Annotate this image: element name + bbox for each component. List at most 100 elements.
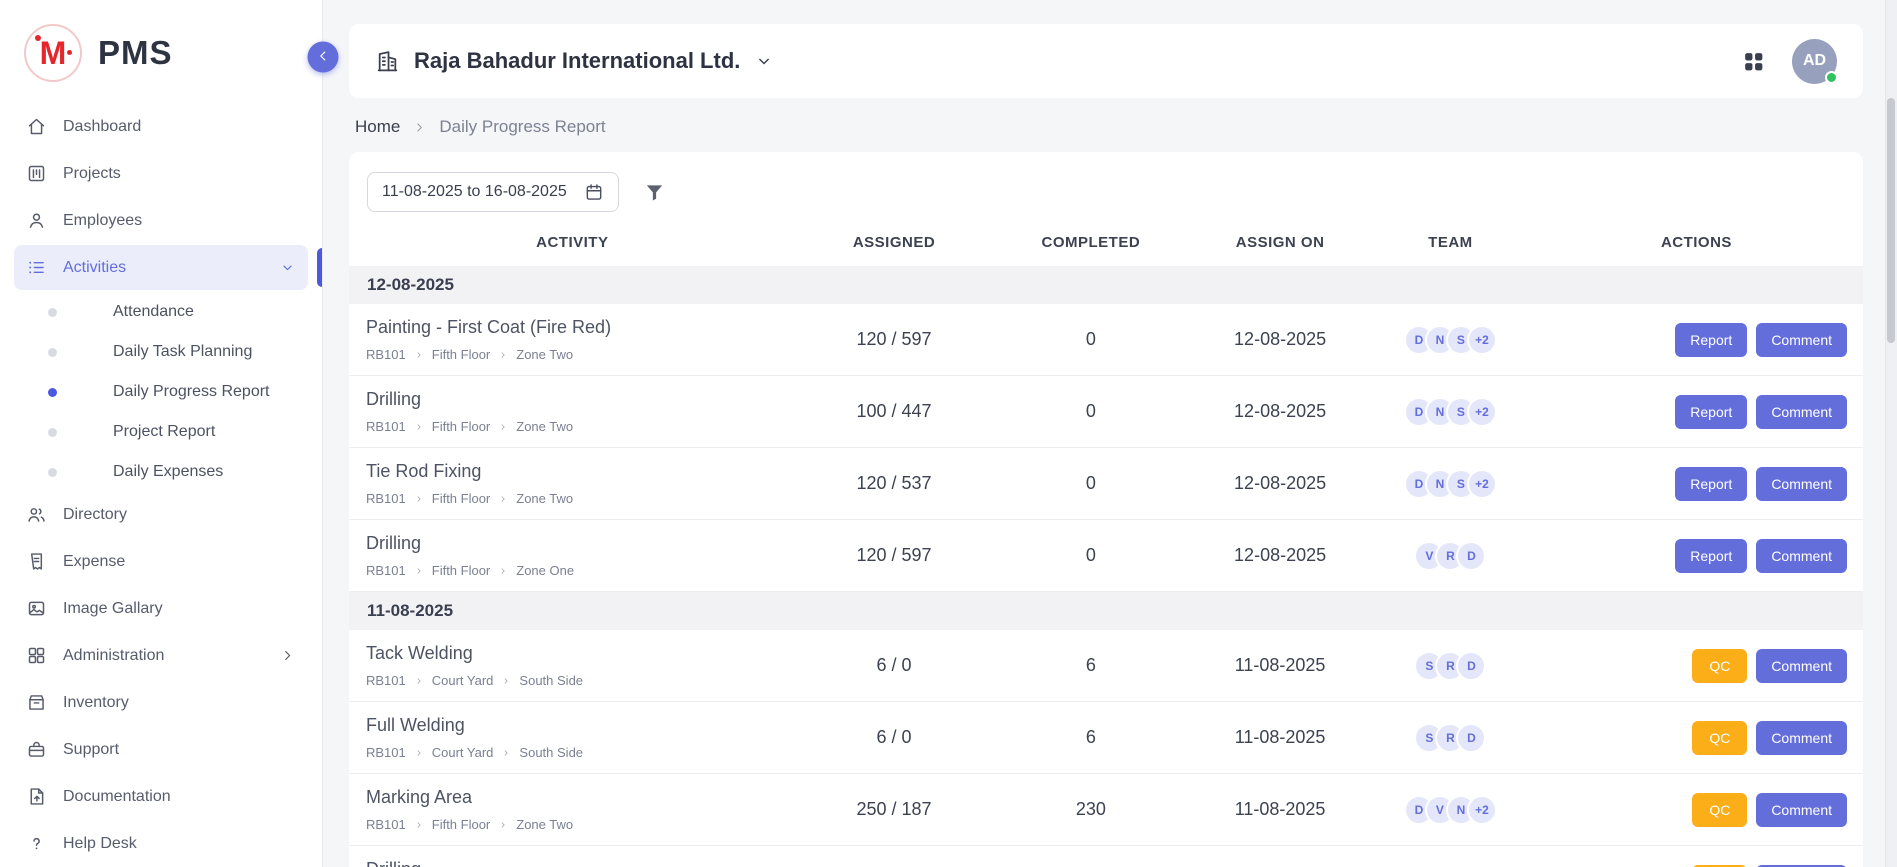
chevron-down-icon	[754, 51, 774, 71]
assigned-value: 120 / 597	[796, 304, 993, 376]
team-extra-count[interactable]: +2	[1467, 469, 1497, 499]
sidebar-item-documentation[interactable]: Documentation	[14, 774, 308, 819]
activity-location: RB101Court YardSouth Side	[366, 673, 788, 688]
team-avatars: DNS+2	[1371, 469, 1530, 499]
comment-button[interactable]: Comment	[1756, 395, 1847, 429]
team-avatars: DVN+2	[1371, 795, 1530, 825]
sidebar-item-image-gallary[interactable]: Image Gallary	[14, 586, 308, 631]
location-path-part: RB101	[366, 673, 406, 688]
chevron-down-icon	[279, 259, 296, 276]
employees-icon	[26, 210, 47, 231]
team-extra-count[interactable]: +2	[1467, 397, 1497, 427]
sidebar-subitem-label: Daily Task Planning	[113, 343, 252, 361]
completed-value: 0	[992, 448, 1189, 520]
breadcrumb-home-link[interactable]: Home	[355, 117, 400, 137]
assign-on-date: 12-08-2025	[1189, 448, 1371, 520]
chevron-right-icon	[414, 748, 424, 758]
comment-button[interactable]: Comment	[1756, 793, 1847, 827]
team-member-avatar[interactable]: D	[1456, 651, 1486, 681]
documentation-icon	[26, 786, 47, 807]
chevron-right-icon	[498, 566, 508, 576]
comment-button[interactable]: Comment	[1756, 721, 1847, 755]
sidebar-subitem-project-report[interactable]: Project Report	[14, 412, 308, 452]
activity-name: Marking Area	[366, 787, 788, 808]
team-extra-count[interactable]: +2	[1467, 325, 1497, 355]
row-actions: Report Comment	[1530, 467, 1847, 501]
sidebar-item-dashboard[interactable]: Dashboard	[14, 104, 308, 149]
report-button[interactable]: Report	[1675, 395, 1747, 429]
sidebar-subitem-label: Daily Progress Report	[113, 383, 270, 401]
team-avatars: DNS+2	[1371, 397, 1530, 427]
location-path-part: RB101	[366, 817, 406, 832]
sidebar-item-inventory[interactable]: Inventory	[14, 680, 308, 725]
sidebar-item-label: Help Desk	[63, 835, 296, 853]
sidebar-item-employees[interactable]: Employees	[14, 198, 308, 243]
activity-location: RB101Fifth FloorZone Two	[366, 491, 788, 506]
sidebar-item-directory[interactable]: Directory	[14, 492, 308, 537]
sidebar-item-help-desk[interactable]: Help Desk	[14, 821, 308, 866]
location-path-part: Fifth Floor	[432, 491, 491, 506]
sidebar-subitem-attendance[interactable]: Attendance	[14, 292, 308, 332]
sidebar-subitem-daily-expenses[interactable]: Daily Expenses	[14, 452, 308, 492]
logo-mark-icon: M	[24, 24, 82, 82]
chevron-left-icon	[315, 47, 332, 67]
app-logo[interactable]: M PMS	[0, 0, 322, 104]
team-extra-count[interactable]: +2	[1467, 795, 1497, 825]
location-path-part: RB101	[366, 563, 406, 578]
sidebar-item-expense[interactable]: Expense	[14, 539, 308, 584]
sidebar-subitem-daily-task-planning[interactable]: Daily Task Planning	[14, 332, 308, 372]
topbar-actions: AD	[1741, 39, 1837, 84]
sidebar: M PMS DashboardProjects Employees Activiti…	[0, 0, 323, 867]
sidebar-item-activities[interactable]: Activities	[14, 245, 308, 290]
qc-button[interactable]: QC	[1692, 649, 1747, 683]
sidebar-subitem-label: Daily Expenses	[113, 463, 223, 481]
location-path-part: Zone Two	[516, 347, 573, 362]
activity-row: Drilling RB101Fifth FloorZone Two 120 / …	[349, 846, 1863, 867]
sidebar-item-label: Directory	[63, 506, 296, 524]
vertical-scrollbar[interactable]	[1885, 0, 1897, 867]
completed-value: 0	[992, 520, 1189, 592]
sidebar-item-projects[interactable]: Projects	[14, 151, 308, 196]
activity-location: RB101Fifth FloorZone Two	[366, 817, 788, 832]
company-selector[interactable]: Raja Bahadur International Ltd.	[375, 48, 774, 74]
sidebar-collapse-button[interactable]	[308, 42, 339, 73]
sidebar-subitem-daily-progress-report[interactable]: Daily Progress Report	[14, 372, 308, 412]
assigned-value: 6 / 0	[796, 702, 993, 774]
assign-on-date: 12-08-2025	[1189, 520, 1371, 592]
report-button[interactable]: Report	[1675, 323, 1747, 357]
column-header-assign-on: ASSIGN ON	[1189, 220, 1371, 266]
comment-button[interactable]: Comment	[1756, 323, 1847, 357]
assigned-value: 6 / 0	[796, 630, 993, 702]
chevron-right-icon	[414, 494, 424, 504]
team-member-avatar[interactable]: D	[1456, 541, 1486, 571]
bullet-icon	[48, 468, 57, 477]
chevron-right-icon	[414, 676, 424, 686]
sidebar-item-label: Employees	[63, 212, 296, 230]
chevron-right-icon	[414, 350, 424, 360]
row-actions: QC Comment	[1530, 721, 1847, 755]
qc-button[interactable]: QC	[1692, 721, 1747, 755]
sidebar-item-support[interactable]: Support	[14, 727, 308, 772]
sidebar-item-label: Activities	[63, 259, 263, 277]
report-button[interactable]: Report	[1675, 467, 1747, 501]
activity-location: RB101Fifth FloorZone Two	[366, 419, 788, 434]
location-path-part: Zone One	[516, 563, 574, 578]
team-member-avatar[interactable]: D	[1456, 723, 1486, 753]
user-avatar[interactable]: AD	[1792, 39, 1837, 84]
sidebar-item-administration[interactable]: Administration	[14, 633, 308, 678]
apps-grid-icon[interactable]	[1741, 49, 1766, 74]
scrollbar-thumb[interactable]	[1887, 98, 1895, 343]
expense-icon	[26, 551, 47, 572]
online-status-dot	[1825, 71, 1838, 84]
helpdesk-icon	[26, 833, 47, 854]
comment-button[interactable]: Comment	[1756, 649, 1847, 683]
assigned-value: 120 / 447	[796, 846, 993, 867]
comment-button[interactable]: Comment	[1756, 539, 1847, 573]
qc-button[interactable]: QC	[1692, 793, 1747, 827]
filter-icon[interactable]	[643, 181, 666, 204]
sidebar-item-label: Inventory	[63, 694, 296, 712]
comment-button[interactable]: Comment	[1756, 467, 1847, 501]
report-button[interactable]: Report	[1675, 539, 1747, 573]
date-range-input[interactable]: 11-08-2025 to 16-08-2025	[367, 172, 619, 212]
activity-location: RB101Fifth FloorZone One	[366, 563, 788, 578]
